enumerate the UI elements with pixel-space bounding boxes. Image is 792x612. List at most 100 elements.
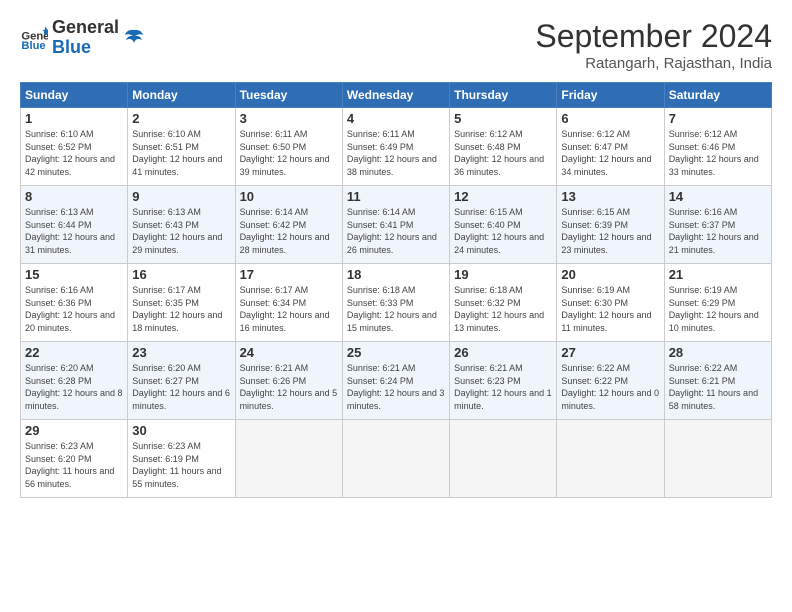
day-cell: 16 Sunrise: 6:17 AMSunset: 6:35 PMDaylig…: [128, 264, 235, 342]
day-number: 9: [132, 189, 230, 204]
day-info: Sunrise: 6:10 AMSunset: 6:52 PMDaylight:…: [25, 128, 123, 178]
day-cell: 2 Sunrise: 6:10 AMSunset: 6:51 PMDayligh…: [128, 108, 235, 186]
day-info: Sunrise: 6:21 AMSunset: 6:26 PMDaylight:…: [240, 362, 338, 412]
header-cell-sunday: Sunday: [21, 83, 128, 108]
day-number: 3: [240, 111, 338, 126]
day-info: Sunrise: 6:20 AMSunset: 6:27 PMDaylight:…: [132, 362, 230, 412]
header-cell-thursday: Thursday: [450, 83, 557, 108]
day-number: 12: [454, 189, 552, 204]
day-number: 6: [561, 111, 659, 126]
day-cell: [450, 420, 557, 498]
logo-general: General: [52, 18, 119, 38]
day-info: Sunrise: 6:12 AMSunset: 6:48 PMDaylight:…: [454, 128, 552, 178]
day-cell: 30 Sunrise: 6:23 AMSunset: 6:19 PMDaylig…: [128, 420, 235, 498]
day-info: Sunrise: 6:14 AMSunset: 6:41 PMDaylight:…: [347, 206, 445, 256]
header-cell-wednesday: Wednesday: [342, 83, 449, 108]
day-number: 22: [25, 345, 123, 360]
day-number: 10: [240, 189, 338, 204]
day-number: 27: [561, 345, 659, 360]
day-cell: 19 Sunrise: 6:18 AMSunset: 6:32 PMDaylig…: [450, 264, 557, 342]
day-info: Sunrise: 6:23 AMSunset: 6:20 PMDaylight:…: [25, 440, 123, 490]
day-cell: [664, 420, 771, 498]
day-number: 19: [454, 267, 552, 282]
day-cell: 22 Sunrise: 6:20 AMSunset: 6:28 PMDaylig…: [21, 342, 128, 420]
day-info: Sunrise: 6:19 AMSunset: 6:30 PMDaylight:…: [561, 284, 659, 334]
day-cell: 17 Sunrise: 6:17 AMSunset: 6:34 PMDaylig…: [235, 264, 342, 342]
day-cell: 4 Sunrise: 6:11 AMSunset: 6:49 PMDayligh…: [342, 108, 449, 186]
day-number: 18: [347, 267, 445, 282]
day-info: Sunrise: 6:13 AMSunset: 6:43 PMDaylight:…: [132, 206, 230, 256]
day-number: 5: [454, 111, 552, 126]
day-number: 23: [132, 345, 230, 360]
day-info: Sunrise: 6:23 AMSunset: 6:19 PMDaylight:…: [132, 440, 230, 490]
week-row-1: 1 Sunrise: 6:10 AMSunset: 6:52 PMDayligh…: [21, 108, 772, 186]
day-cell: 11 Sunrise: 6:14 AMSunset: 6:41 PMDaylig…: [342, 186, 449, 264]
day-number: 2: [132, 111, 230, 126]
day-info: Sunrise: 6:21 AMSunset: 6:24 PMDaylight:…: [347, 362, 445, 412]
header-cell-tuesday: Tuesday: [235, 83, 342, 108]
day-info: Sunrise: 6:17 AMSunset: 6:35 PMDaylight:…: [132, 284, 230, 334]
header: General Blue General Blue September 2024…: [20, 18, 772, 72]
day-cell: 23 Sunrise: 6:20 AMSunset: 6:27 PMDaylig…: [128, 342, 235, 420]
logo-bird-icon: [123, 27, 145, 49]
page: General Blue General Blue September 2024…: [0, 0, 792, 612]
week-row-2: 8 Sunrise: 6:13 AMSunset: 6:44 PMDayligh…: [21, 186, 772, 264]
day-info: Sunrise: 6:13 AMSunset: 6:44 PMDaylight:…: [25, 206, 123, 256]
day-info: Sunrise: 6:10 AMSunset: 6:51 PMDaylight:…: [132, 128, 230, 178]
day-cell: 27 Sunrise: 6:22 AMSunset: 6:22 PMDaylig…: [557, 342, 664, 420]
day-cell: 21 Sunrise: 6:19 AMSunset: 6:29 PMDaylig…: [664, 264, 771, 342]
day-info: Sunrise: 6:18 AMSunset: 6:32 PMDaylight:…: [454, 284, 552, 334]
day-cell: 9 Sunrise: 6:13 AMSunset: 6:43 PMDayligh…: [128, 186, 235, 264]
day-cell: 12 Sunrise: 6:15 AMSunset: 6:40 PMDaylig…: [450, 186, 557, 264]
day-cell: 10 Sunrise: 6:14 AMSunset: 6:42 PMDaylig…: [235, 186, 342, 264]
day-cell: 7 Sunrise: 6:12 AMSunset: 6:46 PMDayligh…: [664, 108, 771, 186]
logo-blue: Blue: [52, 38, 119, 58]
day-info: Sunrise: 6:16 AMSunset: 6:36 PMDaylight:…: [25, 284, 123, 334]
day-info: Sunrise: 6:14 AMSunset: 6:42 PMDaylight:…: [240, 206, 338, 256]
day-cell: 8 Sunrise: 6:13 AMSunset: 6:44 PMDayligh…: [21, 186, 128, 264]
day-number: 14: [669, 189, 767, 204]
logo: General Blue General Blue: [20, 18, 145, 58]
day-number: 16: [132, 267, 230, 282]
day-number: 21: [669, 267, 767, 282]
day-info: Sunrise: 6:11 AMSunset: 6:50 PMDaylight:…: [240, 128, 338, 178]
day-cell: [557, 420, 664, 498]
day-cell: 3 Sunrise: 6:11 AMSunset: 6:50 PMDayligh…: [235, 108, 342, 186]
day-cell: 26 Sunrise: 6:21 AMSunset: 6:23 PMDaylig…: [450, 342, 557, 420]
day-info: Sunrise: 6:15 AMSunset: 6:39 PMDaylight:…: [561, 206, 659, 256]
day-number: 8: [25, 189, 123, 204]
day-cell: 14 Sunrise: 6:16 AMSunset: 6:37 PMDaylig…: [664, 186, 771, 264]
day-cell: [342, 420, 449, 498]
day-number: 28: [669, 345, 767, 360]
day-number: 4: [347, 111, 445, 126]
day-number: 25: [347, 345, 445, 360]
logo-icon: General Blue: [20, 24, 48, 52]
svg-text:Blue: Blue: [21, 40, 45, 52]
day-info: Sunrise: 6:22 AMSunset: 6:21 PMDaylight:…: [669, 362, 767, 412]
day-cell: 28 Sunrise: 6:22 AMSunset: 6:21 PMDaylig…: [664, 342, 771, 420]
day-number: 17: [240, 267, 338, 282]
day-info: Sunrise: 6:22 AMSunset: 6:22 PMDaylight:…: [561, 362, 659, 412]
header-row: SundayMondayTuesdayWednesdayThursdayFrid…: [21, 83, 772, 108]
day-info: Sunrise: 6:12 AMSunset: 6:46 PMDaylight:…: [669, 128, 767, 178]
day-info: Sunrise: 6:19 AMSunset: 6:29 PMDaylight:…: [669, 284, 767, 334]
day-info: Sunrise: 6:12 AMSunset: 6:47 PMDaylight:…: [561, 128, 659, 178]
header-cell-friday: Friday: [557, 83, 664, 108]
header-cell-monday: Monday: [128, 83, 235, 108]
day-cell: 5 Sunrise: 6:12 AMSunset: 6:48 PMDayligh…: [450, 108, 557, 186]
week-row-5: 29 Sunrise: 6:23 AMSunset: 6:20 PMDaylig…: [21, 420, 772, 498]
day-number: 30: [132, 423, 230, 438]
subtitle: Ratangarh, Rajasthan, India: [535, 55, 772, 72]
day-number: 29: [25, 423, 123, 438]
day-info: Sunrise: 6:15 AMSunset: 6:40 PMDaylight:…: [454, 206, 552, 256]
day-number: 13: [561, 189, 659, 204]
day-cell: 24 Sunrise: 6:21 AMSunset: 6:26 PMDaylig…: [235, 342, 342, 420]
day-info: Sunrise: 6:11 AMSunset: 6:49 PMDaylight:…: [347, 128, 445, 178]
week-row-4: 22 Sunrise: 6:20 AMSunset: 6:28 PMDaylig…: [21, 342, 772, 420]
day-info: Sunrise: 6:17 AMSunset: 6:34 PMDaylight:…: [240, 284, 338, 334]
day-number: 24: [240, 345, 338, 360]
day-cell: 6 Sunrise: 6:12 AMSunset: 6:47 PMDayligh…: [557, 108, 664, 186]
day-info: Sunrise: 6:16 AMSunset: 6:37 PMDaylight:…: [669, 206, 767, 256]
title-block: September 2024 Ratangarh, Rajasthan, Ind…: [535, 18, 772, 72]
week-row-3: 15 Sunrise: 6:16 AMSunset: 6:36 PMDaylig…: [21, 264, 772, 342]
